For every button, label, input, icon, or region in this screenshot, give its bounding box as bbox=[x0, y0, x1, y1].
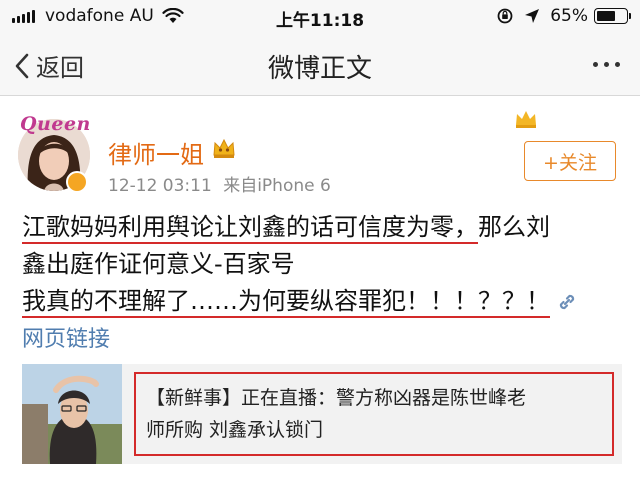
post-line: 我真的不理解了……为何要纵容罪犯！！！？？！ bbox=[22, 283, 622, 320]
crown-decoration-icon bbox=[516, 111, 536, 128]
card-title-line: 师所购 刘鑫承认锁门 bbox=[146, 419, 324, 441]
verified-badge-icon bbox=[66, 171, 88, 193]
back-label: 返回 bbox=[36, 54, 84, 82]
back-button[interactable]: 返回 bbox=[14, 48, 84, 83]
follow-button[interactable]: +关注 bbox=[524, 141, 616, 181]
status-bar: vodafone AU 上午11:18 65% bbox=[0, 0, 640, 34]
web-link[interactable]: 网页链接 bbox=[22, 321, 110, 353]
vip-crown-icon bbox=[213, 138, 235, 158]
orientation-lock-icon bbox=[497, 8, 513, 24]
signal-icon bbox=[12, 9, 37, 23]
post-line: 江歌妈妈利用舆论让刘鑫的话可信度为零，那么刘 bbox=[22, 209, 622, 246]
battery-icon bbox=[594, 8, 631, 24]
linked-card[interactable]: 【新鲜事】正在直播：警方称凶器是陈世峰老 师所购 刘鑫承认锁门 bbox=[22, 364, 622, 464]
dot-icon bbox=[615, 62, 620, 67]
card-thumbnail bbox=[22, 364, 122, 464]
post-meta: 12-12 03:11 来自iPhone 6 bbox=[108, 171, 331, 196]
card-title-line: 【新鲜事】正在直播：警方称凶器是陈世峰老 bbox=[146, 387, 527, 409]
wifi-icon bbox=[162, 8, 184, 23]
post-line: 鑫出庭作证何意义-百家号 bbox=[22, 250, 295, 278]
dot-icon bbox=[604, 62, 609, 67]
post-text-segment: 那么刘 bbox=[478, 213, 550, 241]
page-title: 微博正文 bbox=[267, 54, 372, 84]
battery-level bbox=[597, 11, 616, 21]
more-options-button[interactable] bbox=[587, 62, 620, 67]
battery-percent: 65% bbox=[550, 6, 588, 26]
post-source: 来自iPhone 6 bbox=[223, 176, 331, 196]
carrier-name: vodafone AU bbox=[45, 6, 154, 26]
link-icon[interactable] bbox=[556, 291, 578, 313]
location-icon bbox=[525, 9, 540, 23]
highlighted-text: 我真的不理解了……为何要纵容罪犯！！！？？！ bbox=[22, 287, 550, 318]
post-date: 12-12 03:11 bbox=[108, 176, 212, 196]
weibo-post: Queen 律师一姐 12-12 03:11 来自iPhone 6 +关注 江歌… bbox=[0, 97, 640, 477]
status-right: 65% bbox=[496, 6, 631, 26]
status-left: vodafone AU bbox=[12, 6, 184, 26]
card-photo bbox=[22, 364, 122, 464]
card-title-box: 【新鲜事】正在直播：警方称凶器是陈世峰老 师所购 刘鑫承认锁门 bbox=[134, 372, 614, 456]
queen-logo: Queen bbox=[20, 113, 91, 135]
username[interactable]: 律师一姐 bbox=[108, 135, 204, 170]
dot-icon bbox=[593, 62, 598, 67]
nav-bar: 返回 微博正文 bbox=[0, 34, 640, 96]
chevron-left-icon bbox=[15, 53, 29, 78]
post-content: 江歌妈妈利用舆论让刘鑫的话可信度为零，那么刘 鑫出庭作证何意义-百家号 我真的不… bbox=[22, 209, 622, 320]
highlighted-text: 江歌妈妈利用舆论让刘鑫的话可信度为零， bbox=[22, 213, 478, 244]
